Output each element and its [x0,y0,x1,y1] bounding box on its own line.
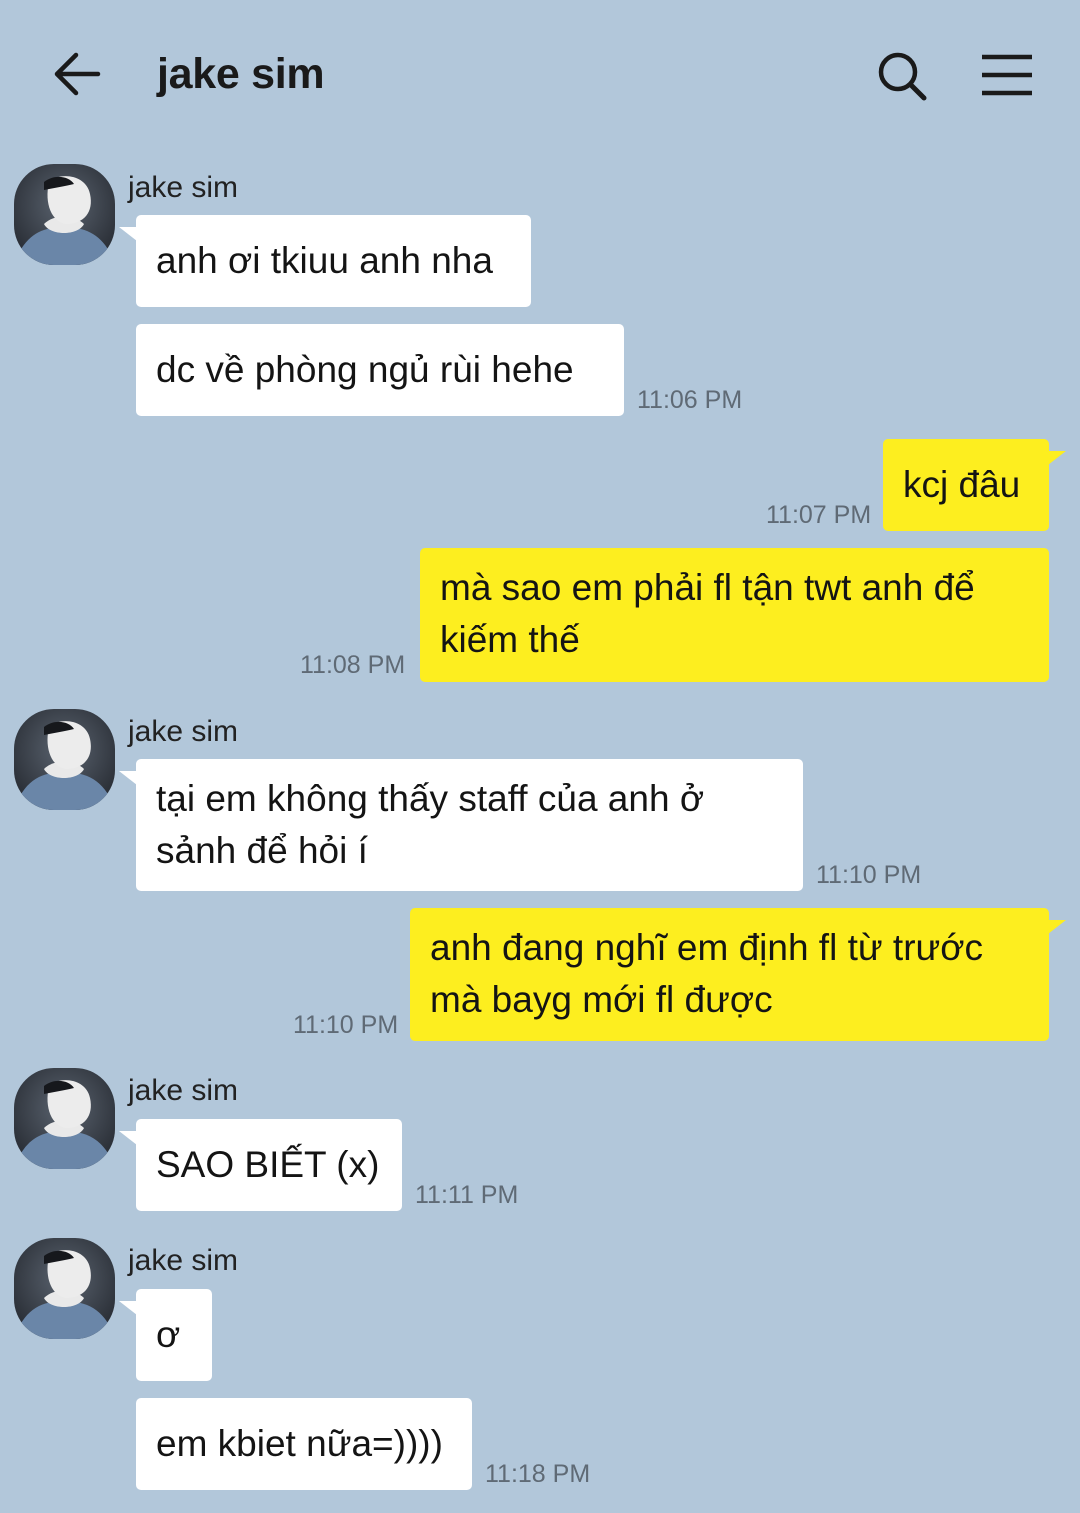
message-text: tại em không thấy staff của anh ở sảnh đ… [156,773,704,877]
incoming-message-bubble[interactable]: tại em không thấy staff của anh ở sảnh đ… [136,759,803,891]
avatar-image [14,1068,115,1169]
bubble-tail [1048,920,1066,934]
message-text: anh đang nghĩ em định fl từ trước mà bay… [430,922,983,1026]
message-timestamp: 11:07 PM [766,501,872,529]
incoming-message-bubble[interactable]: em kbiet nữa=)))) [136,1398,472,1490]
sender-name: jake sim [128,1074,239,1107]
bubble-tail [119,1301,137,1315]
search-icon[interactable] [876,50,928,102]
outgoing-message-bubble[interactable]: anh đang nghĩ em định fl từ trước mà bay… [410,908,1049,1041]
message-timestamp: 11:11 PM [415,1181,519,1209]
message-line: kiếm thế [440,619,580,660]
back-arrow-icon[interactable] [52,50,102,98]
avatar-image [14,709,115,810]
avatar-image [14,1238,115,1339]
hamburger-menu-icon[interactable] [980,54,1034,96]
sender-name: jake sim [128,1244,239,1277]
avatar[interactable] [14,1238,115,1339]
message-timestamp: 11:10 PM [293,1011,399,1039]
avatar[interactable] [14,709,115,810]
outgoing-message-bubble[interactable]: mà sao em phải fl tận twt anh để kiếm th… [420,548,1049,682]
bubble-tail [119,227,137,241]
message-timestamp: 11:06 PM [637,386,743,414]
message-line: tại em không thấy staff của anh ở [156,778,705,819]
bubble-tail [119,771,137,785]
bubble-tail [1048,451,1066,465]
message-timestamp: 11:08 PM [300,651,406,679]
message-line: mà sao em phải fl tận twt anh để [440,567,975,608]
incoming-message-bubble[interactable]: ơ [136,1289,212,1381]
avatar[interactable] [14,1068,115,1169]
incoming-message-bubble[interactable]: SAO BIẾT (x) [136,1119,402,1211]
sender-name: jake sim [128,715,239,748]
message-line: anh đang nghĩ em định fl từ trước [430,927,984,968]
message-timestamp: 11:18 PM [485,1460,591,1488]
avatar[interactable] [14,164,115,265]
message-timestamp: 11:10 PM [816,861,922,889]
bubble-tail [119,1131,137,1145]
sender-name: jake sim [128,171,239,204]
avatar-image [14,164,115,265]
message-text: mà sao em phải fl tận twt anh để kiếm th… [440,562,975,666]
incoming-message-bubble[interactable]: anh ơi tkiuu anh nha [136,215,531,307]
message-line: sảnh để hỏi í [156,830,368,871]
outgoing-message-bubble[interactable]: kcj đâu [883,439,1049,531]
chat-title: jake sim [157,50,325,98]
message-line: mà bayg mới fl được [430,979,773,1020]
incoming-message-bubble[interactable]: dc về phòng ngủ rùi hehe [136,324,624,416]
